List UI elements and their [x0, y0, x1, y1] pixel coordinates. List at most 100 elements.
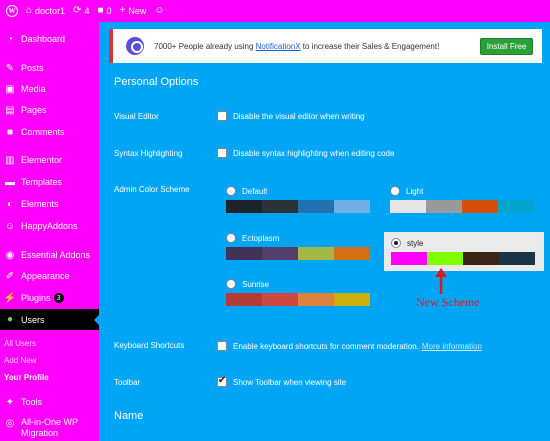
color-swatch — [334, 247, 370, 260]
comment-bubble-icon: ■ — [97, 5, 104, 16]
color-scheme-style[interactable]: style — [384, 232, 544, 271]
menu-pages[interactable]: ▤ Pages — [0, 102, 99, 118]
menu-media[interactable]: ▣ Media — [0, 81, 99, 97]
comments-count: 0 — [106, 6, 112, 16]
media-icon: ▣ — [5, 83, 15, 95]
color-swatch — [226, 247, 262, 260]
menu-label: Elementor — [21, 155, 63, 165]
brush-icon: ✐ — [5, 270, 15, 282]
menu-label: Media — [21, 84, 46, 94]
users-submenu: All Users Add New Your Profile — [0, 330, 99, 384]
menu-plugins[interactable]: ⚡ Plugins 3 — [0, 290, 99, 306]
menu-label: Essential Addons — [21, 250, 91, 260]
keyboard-shortcuts-option[interactable]: Enable keyboard shortcuts for comment mo… — [217, 341, 482, 351]
color-swatch — [262, 293, 298, 306]
menu-comments[interactable]: ■ Comments — [0, 124, 99, 140]
pages-icon: ▤ — [5, 104, 15, 116]
menu-essential-addons[interactable]: ◉ Essential Addons — [0, 247, 99, 263]
syntax-highlighting-checkbox[interactable] — [217, 148, 227, 158]
syntax-highlighting-option-text: Disable syntax highlighting when editing… — [233, 148, 395, 158]
syntax-highlighting-label: Syntax Highlighting — [114, 149, 183, 158]
notificationx-link[interactable]: NotificationX — [256, 42, 301, 51]
wrench-icon: ✦ — [5, 396, 15, 408]
color-swatch — [334, 200, 370, 213]
site-name-menu[interactable]: ⌂ doctor1 — [26, 6, 65, 17]
menu-dashboard[interactable]: ◔ Dashboard — [0, 31, 99, 47]
color-swatch — [226, 200, 262, 213]
visual-editor-option[interactable]: Disable the visual editor when writing — [217, 111, 365, 121]
syntax-highlighting-option[interactable]: Disable syntax highlighting when editing… — [217, 148, 394, 158]
toolbar-checkbox[interactable] — [217, 375, 227, 387]
color-swatch — [298, 293, 334, 306]
menu-elementor[interactable]: ▥ Elementor — [0, 152, 99, 168]
new-label: New — [128, 6, 147, 16]
keyboard-shortcuts-label: Keyboard Shortcuts — [114, 341, 185, 350]
comments-menu[interactable]: ■ 0 — [97, 5, 112, 17]
happyaddons-menu[interactable]: ☺ — [154, 6, 164, 16]
install-free-button[interactable]: Install Free — [480, 38, 533, 55]
color-scheme-name: Default — [242, 186, 268, 196]
plus-icon: + — [119, 5, 126, 16]
color-scheme-radio[interactable] — [390, 186, 400, 196]
color-scheme-ectoplasm[interactable]: Ectoplasm — [226, 233, 370, 260]
color-swatches — [226, 200, 370, 213]
color-scheme-radio[interactable] — [226, 233, 236, 243]
menu-label: Dashboard — [21, 34, 66, 44]
submenu-all-users[interactable]: All Users — [4, 339, 36, 348]
migration-icon: ◎ — [5, 417, 15, 429]
menu-users[interactable]: ● Users — [0, 309, 99, 330]
color-swatches — [391, 252, 537, 265]
color-scheme-sunrise[interactable]: Sunrise — [226, 279, 370, 306]
menu-label: All-in-One WP Migration — [21, 417, 78, 438]
elements-icon: ◐ — [6, 198, 14, 210]
new-content-menu[interactable]: + New — [119, 5, 147, 17]
color-scheme-radio[interactable] — [226, 186, 236, 196]
menu-label: Comments — [21, 127, 65, 137]
menu-templates[interactable]: ▬ Templates — [0, 174, 99, 190]
color-scheme-name: Sunrise — [242, 279, 270, 289]
menu-label: Elements — [21, 199, 59, 209]
color-scheme-name: Light — [406, 186, 424, 196]
color-swatch — [262, 200, 298, 213]
updates-menu[interactable]: ⟳ 4 — [73, 5, 90, 17]
color-swatch — [298, 200, 334, 213]
keyboard-shortcuts-checkbox[interactable] — [217, 341, 227, 351]
wp-logo-menu[interactable]: W — [6, 5, 18, 17]
folder-icon: ▬ — [5, 176, 15, 188]
menu-all-in-one-wp-migration[interactable]: ◎ All-in-One WP Migration — [0, 417, 99, 441]
toolbar-option[interactable]: Show Toolbar when viewing site — [217, 375, 347, 387]
menu-appearance[interactable]: ✐ Appearance — [0, 268, 99, 284]
menu-label: Users — [21, 314, 45, 325]
menu-happyaddons[interactable]: ☺ HappyAddons — [0, 218, 99, 234]
color-swatch — [298, 247, 334, 260]
notice-text-after: to increase their Sales & Engagement! — [300, 41, 440, 51]
color-scheme-default[interactable]: Default — [226, 186, 370, 213]
plugins-update-badge: 3 — [53, 293, 64, 303]
more-information-link[interactable]: More information — [422, 342, 482, 351]
essential-addons-icon: ◉ — [5, 249, 15, 261]
submenu-add-new[interactable]: Add New — [4, 356, 36, 365]
new-scheme-annotation: New Scheme — [416, 295, 480, 309]
updates-count: 4 — [84, 6, 90, 16]
menu-posts[interactable]: ✎ Posts — [0, 60, 99, 76]
color-scheme-radio[interactable] — [226, 279, 236, 289]
notificationx-notice: 7000+ People already using NotificationX… — [109, 29, 542, 63]
menu-elements[interactable]: ◐ Elements — [0, 196, 99, 212]
toolbar-option-text: Show Toolbar when viewing site — [233, 377, 347, 387]
submenu-your-profile[interactable]: Your Profile — [4, 373, 49, 382]
visual-editor-checkbox[interactable] — [217, 111, 227, 121]
visual-editor-option-text: Disable the visual editor when writing — [233, 111, 365, 121]
color-swatches — [226, 293, 370, 306]
annotation-arrow-icon — [435, 268, 447, 294]
menu-tools[interactable]: ✦ Tools — [0, 394, 99, 410]
updates-icon: ⟳ — [73, 5, 82, 16]
color-swatches — [226, 247, 370, 260]
color-scheme-light[interactable]: Light — [390, 186, 534, 213]
menu-label: Plugins — [21, 293, 51, 303]
color-swatch — [427, 252, 463, 265]
toolbar-label: Toolbar — [114, 378, 141, 387]
color-swatch — [390, 200, 426, 213]
menu-label: Appearance — [21, 271, 70, 281]
color-swatches — [390, 200, 534, 213]
color-scheme-radio[interactable] — [391, 238, 401, 248]
